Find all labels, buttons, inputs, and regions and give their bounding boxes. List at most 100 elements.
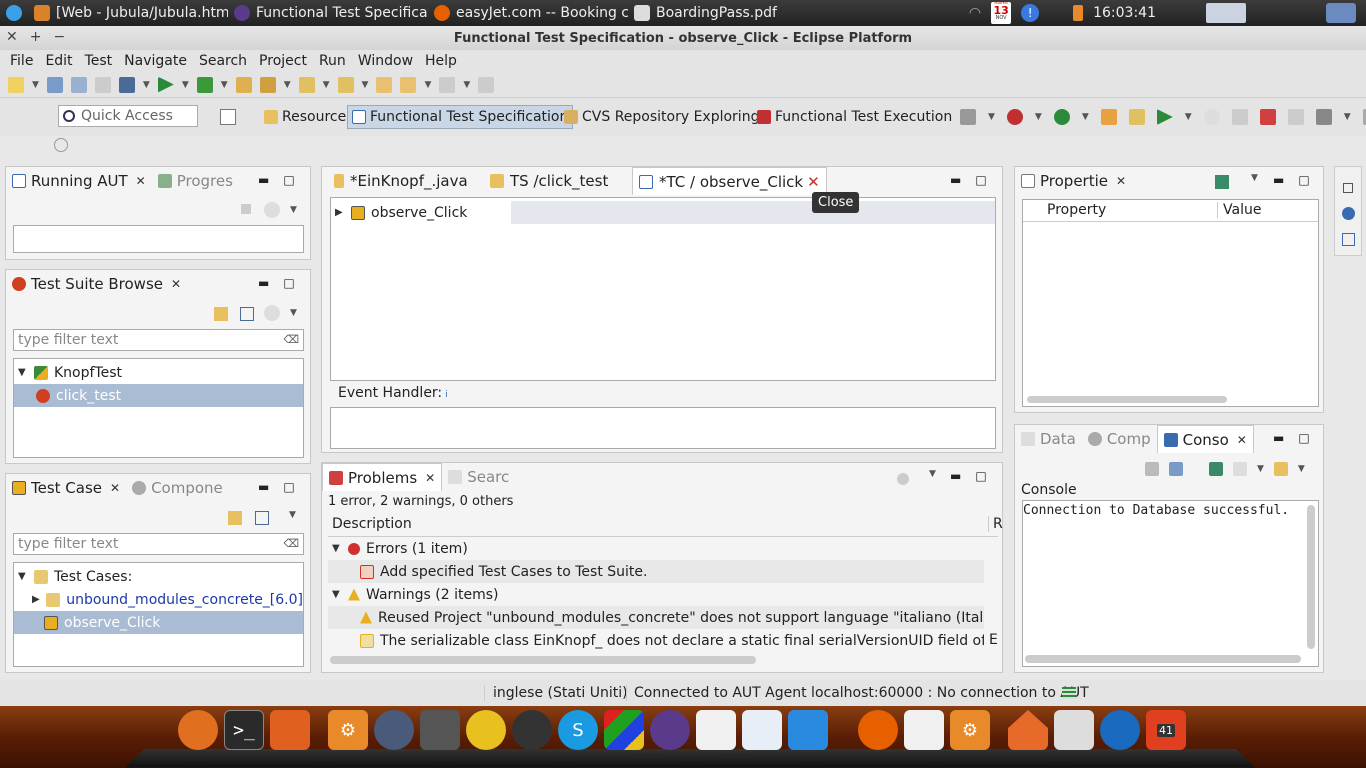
menu-navigate[interactable]: Navigate (118, 53, 193, 69)
close-icon[interactable]: ✕ (1237, 433, 1247, 447)
save-icon[interactable] (46, 76, 63, 93)
restore-icon[interactable] (1343, 183, 1353, 193)
blocks-icon[interactable] (604, 710, 644, 750)
window-icon[interactable] (1342, 233, 1355, 246)
tab-comp[interactable]: Comp (1082, 425, 1157, 453)
table-icon[interactable] (1100, 109, 1117, 125)
save-all-icon[interactable] (70, 76, 87, 93)
map-icon[interactable] (1315, 109, 1332, 125)
eclipse-indicator-icon[interactable] (1206, 3, 1246, 23)
software-center-icon[interactable] (270, 710, 310, 750)
link-editor-icon[interactable] (228, 511, 242, 525)
close-window-icon[interactable]: ✕ (6, 29, 18, 45)
system-settings-icon[interactable]: ⚙ (328, 710, 368, 750)
horizontal-scrollbar[interactable] (1025, 655, 1301, 663)
pause-icon[interactable] (1203, 109, 1220, 125)
tab-console[interactable]: Conso ✕ (1156, 425, 1254, 453)
start-aut-icon[interactable] (1156, 109, 1173, 125)
record-icon[interactable] (1287, 109, 1304, 125)
editor-tab-einknopf[interactable]: *EinKnopf_.java (328, 167, 474, 195)
settings-icon[interactable]: ⚙ (950, 710, 990, 750)
tab-properties[interactable]: Propertie ✕ (1015, 167, 1132, 195)
warning-row[interactable]: Reused Project "unbound_modules_concrete… (328, 606, 984, 629)
expand-arrow-icon[interactable]: ▼ (332, 543, 344, 554)
column-resource[interactable]: R (988, 516, 1003, 532)
display-console-icon[interactable] (1233, 462, 1247, 476)
chevron-down-icon[interactable]: ▼ (1251, 173, 1258, 183)
owl-icon[interactable] (374, 710, 414, 750)
expand-arrow-icon[interactable]: ▶ (335, 207, 347, 218)
minimize-icon[interactable]: ▬ (950, 469, 961, 483)
chevron-down-icon[interactable]: ▼ (143, 80, 150, 90)
warnings-group-row[interactable]: ▼ Warnings (2 items) (328, 583, 984, 606)
open-folder-icon[interactable] (235, 76, 252, 93)
errors-group-row[interactable]: ▼ Errors (1 item) (328, 537, 984, 560)
taskbar-tab-easyjet[interactable]: easyJet.com -- Booking c... (428, 0, 628, 26)
clear-console-icon[interactable] (1145, 462, 1159, 476)
start-icon[interactable] (264, 202, 280, 218)
test-case-filter-input[interactable]: type filter text ⌫ (13, 533, 304, 555)
clear-filter-icon[interactable]: ⌫ (283, 537, 299, 550)
menu-edit[interactable]: Edit (39, 53, 78, 69)
minimize-icon[interactable]: ▬ (1273, 431, 1284, 445)
battery-icon[interactable] (1073, 5, 1084, 21)
chevron-down-icon[interactable]: ▼ (362, 80, 369, 90)
file-cabinet-icon[interactable] (1054, 710, 1094, 750)
chevron-down-icon[interactable]: ▼ (221, 80, 228, 90)
pdf-viewer-icon[interactable] (904, 710, 944, 750)
minimize-window-icon[interactable]: − (53, 29, 65, 45)
taskbar-tab-pdf[interactable]: BoardingPass.pdf (628, 0, 828, 26)
menu-test[interactable]: Test (79, 53, 119, 69)
quick-access-input[interactable]: Quick Access (58, 105, 198, 127)
stop-icon[interactable] (1231, 109, 1248, 125)
chevron-down-icon[interactable]: ▼ (424, 80, 431, 90)
chevron-down-icon[interactable]: ▼ (929, 469, 936, 479)
minimize-icon[interactable]: ▬ (258, 276, 269, 290)
perspective-resource[interactable]: Resource (260, 105, 350, 129)
perspective-functional-test-specification[interactable]: Functional Test Specification (347, 105, 574, 129)
open-perspective-icon[interactable] (220, 109, 236, 125)
tree-item-click-test[interactable]: click_test (14, 384, 303, 407)
chevron-down-icon[interactable]: ▼ (1185, 112, 1192, 122)
error-row[interactable]: Add specified Test Cases to Test Suite. (328, 560, 984, 583)
next-annotation-icon[interactable] (298, 76, 315, 93)
view-toggle-icon[interactable] (54, 138, 68, 152)
expand-arrow-icon[interactable]: ▶ (32, 594, 42, 605)
firefox-icon[interactable] (858, 710, 898, 750)
warning-row[interactable]: The serializable class EinKnopf_ does no… (328, 629, 984, 652)
minimize-icon[interactable]: ▬ (258, 173, 269, 187)
menu-file[interactable]: File (4, 53, 39, 69)
link-editor-icon[interactable] (214, 307, 228, 321)
skype-icon[interactable]: S (558, 710, 598, 750)
expand-arrow-icon[interactable]: ▼ (18, 571, 30, 582)
chevron-down-icon[interactable]: ▼ (32, 80, 39, 90)
close-icon[interactable]: ✕ (110, 481, 120, 495)
new-icon[interactable] (8, 76, 24, 93)
ubuntu-menu-icon[interactable] (0, 0, 28, 26)
filter-icon[interactable] (897, 473, 909, 485)
maximize-icon[interactable]: □ (1298, 431, 1309, 445)
chevron-down-icon[interactable]: ▼ (284, 80, 291, 90)
column-property[interactable]: Property (1047, 202, 1106, 218)
maximize-icon[interactable]: □ (975, 173, 986, 187)
close-icon[interactable]: ✕ (807, 173, 820, 191)
close-icon[interactable]: ✕ (425, 471, 435, 485)
tab-data[interactable]: Data (1015, 425, 1082, 453)
tab-progress[interactable]: Progres (152, 167, 239, 195)
status-connection[interactable]: Connected to AUT Agent localhost:60000 :… (626, 685, 1089, 701)
status-language[interactable]: inglese (Stati Uniti) (484, 685, 628, 701)
expand-arrow-icon[interactable]: ▼ (18, 367, 30, 378)
chevron-down-icon[interactable]: ▼ (290, 308, 297, 318)
presentation-icon[interactable] (696, 710, 736, 750)
back-icon[interactable] (376, 76, 393, 93)
event-handler-tree[interactable] (330, 407, 996, 449)
teapot-icon[interactable] (466, 710, 506, 750)
wifi-icon[interactable]: ◠ (969, 5, 981, 21)
menu-help[interactable]: Help (419, 53, 463, 69)
editor-root-node[interactable]: ▶ observe_Click (331, 201, 995, 224)
pin-console-icon[interactable] (1209, 462, 1223, 476)
column-description[interactable]: Description (332, 516, 412, 532)
disconnect-icon[interactable] (1006, 109, 1023, 125)
prev-annotation-icon[interactable] (337, 76, 354, 93)
arrow-left-icon[interactable] (400, 76, 417, 93)
